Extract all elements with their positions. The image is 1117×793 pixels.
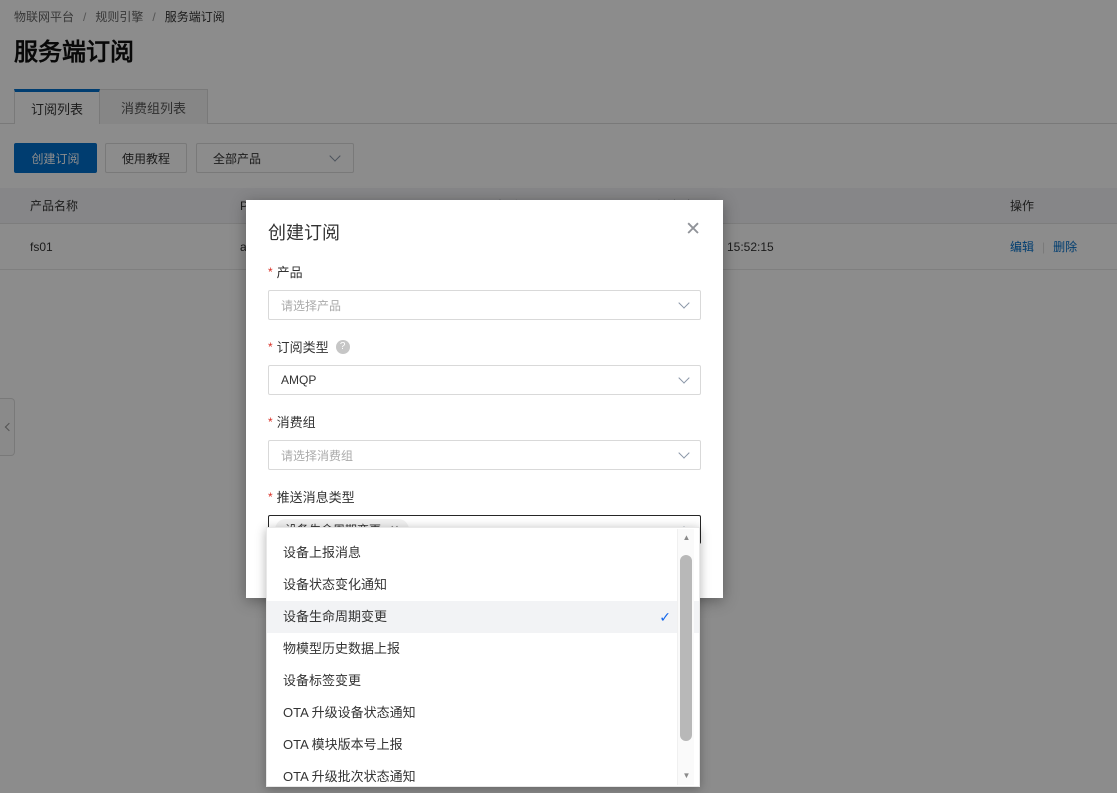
required-asterisk: * (268, 490, 273, 504)
option-label: OTA 升级设备状态通知 (283, 705, 416, 720)
scrollbar-thumb[interactable] (680, 555, 692, 741)
message-type-dropdown: 设备上报消息 ✓ 设备状态变化通知 ✓ 设备生命周期变更 ✓ 物模型历史数据上报… (266, 527, 700, 787)
chevron-down-icon (678, 447, 689, 458)
option-device-lifecycle-change[interactable]: 设备生命周期变更 ✓ (267, 601, 699, 633)
modal-body: * 产品 请选择产品 * 订阅类型 ? AMQP * 消费组 (246, 262, 723, 544)
option-label: 设备生命周期变更 (283, 609, 387, 624)
modal-header: 创建订阅 ✕ (246, 200, 723, 245)
field-subscription-type: * 订阅类型 ? AMQP (268, 337, 701, 395)
required-asterisk: * (268, 265, 273, 279)
option-label: OTA 模块版本号上报 (283, 737, 403, 752)
required-asterisk: * (268, 340, 273, 354)
chevron-down-icon (678, 372, 689, 383)
field-label-text: 推送消息类型 (277, 487, 355, 506)
check-icon: ✓ (659, 601, 671, 633)
option-device-tag-change[interactable]: 设备标签变更 ✓ (267, 665, 699, 697)
option-label: 设备上报消息 (283, 545, 361, 560)
help-icon[interactable]: ? (336, 340, 350, 354)
option-label: 物模型历史数据上报 (283, 641, 400, 656)
option-label: 设备标签变更 (283, 673, 361, 688)
field-label-text: 产品 (277, 262, 303, 281)
option-thing-model-history-data[interactable]: 物模型历史数据上报 ✓ (267, 633, 699, 665)
field-label: * 消费组 (268, 412, 701, 431)
chevron-down-icon (678, 297, 689, 308)
dropdown-scrollbar[interactable]: ▲ ▼ (677, 529, 694, 785)
field-label-text: 订阅类型 (277, 337, 329, 356)
option-device-status-change[interactable]: 设备状态变化通知 ✓ (267, 569, 699, 601)
select-value: AMQP (281, 373, 680, 387)
scroll-up-arrow-icon[interactable]: ▲ (678, 531, 695, 545)
field-label: * 订阅类型 ? (268, 337, 701, 356)
select-placeholder: 请选择产品 (281, 297, 680, 314)
field-label: * 产品 (268, 262, 701, 281)
option-label: 设备状态变化通知 (283, 577, 387, 592)
field-consumer-group: * 消费组 请选择消费组 (268, 412, 701, 470)
option-device-report-message[interactable]: 设备上报消息 ✓ (267, 537, 699, 569)
product-select[interactable]: 请选择产品 (268, 290, 701, 320)
field-label: * 推送消息类型 (268, 487, 701, 506)
option-ota-module-version-report[interactable]: OTA 模块版本号上报 ✓ (267, 729, 699, 761)
field-label-text: 消费组 (277, 412, 316, 431)
option-ota-device-status-notify[interactable]: OTA 升级设备状态通知 ✓ (267, 697, 699, 729)
option-ota-batch-status-notify[interactable]: OTA 升级批次状态通知 ✓ (267, 761, 699, 787)
close-icon[interactable]: ✕ (685, 220, 701, 239)
select-placeholder: 请选择消费组 (281, 447, 680, 464)
consumer-group-select[interactable]: 请选择消费组 (268, 440, 701, 470)
option-label: OTA 升级批次状态通知 (283, 769, 416, 784)
scroll-down-arrow-icon[interactable]: ▼ (678, 769, 695, 783)
subscription-type-select[interactable]: AMQP (268, 365, 701, 395)
required-asterisk: * (268, 415, 273, 429)
modal-title: 创建订阅 (268, 219, 685, 245)
field-product: * 产品 请选择产品 (268, 262, 701, 320)
